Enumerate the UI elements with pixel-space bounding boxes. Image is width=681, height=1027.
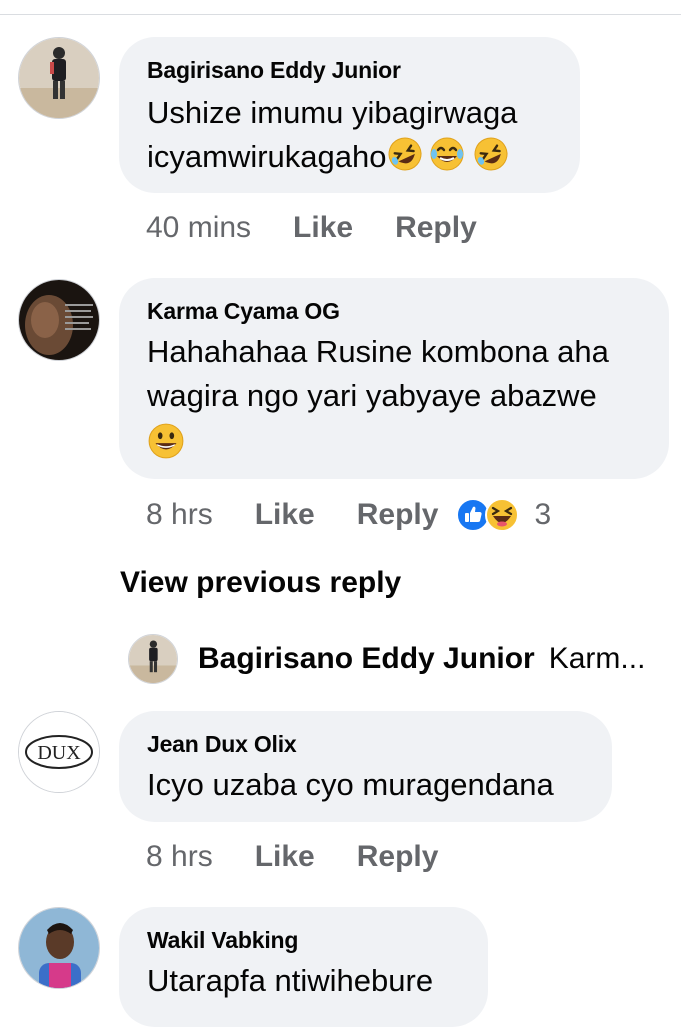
comment-bubble-3: Jean Dux Olix Icyo uzaba cyo muragendana — [119, 711, 612, 822]
haha-reaction-icon — [485, 498, 520, 532]
like-button[interactable]: Like — [293, 211, 353, 245]
comment-text: Hahahahaa Rusine kombona aha wagira ngo … — [147, 330, 641, 462]
like-button[interactable]: Like — [255, 498, 315, 532]
timestamp[interactable]: 40 mins — [146, 211, 251, 245]
reply-button[interactable]: Reply — [395, 211, 477, 245]
comment-author[interactable]: Bagirisano Eddy Junior — [147, 55, 552, 85]
nested-reply-author: Bagirisano Eddy Junior — [198, 642, 535, 675]
avatar-text: DUX — [37, 742, 81, 764]
comment-bubble-2: Karma Cyama OG Hahahahaa Rusine kombona … — [119, 278, 669, 479]
comment-author[interactable]: Jean Dux Olix — [147, 729, 584, 759]
comment-author[interactable]: Karma Cyama OG — [147, 296, 641, 326]
avatar-photo-icon — [19, 280, 99, 360]
comment-meta-3: 8 hrs Like Reply — [146, 840, 438, 874]
comment-text-line: Ushize imumu yibagirwaga — [147, 95, 518, 130]
comment-text-line: wagira ngo yari yabyaye abazwe — [147, 378, 597, 413]
nested-reply-text: Karm... — [548, 642, 646, 675]
avatar-comment-2[interactable] — [18, 279, 100, 361]
avatar-nested-reply — [128, 634, 178, 684]
dux-logo-icon: DUX — [19, 712, 99, 792]
grinning-face-emoji-icon — [148, 423, 184, 459]
comment-text-line: icyamwirukagaho — [147, 135, 552, 179]
nested-reply-preview[interactable]: Bagirisano Eddy Junior Karm... — [128, 634, 681, 684]
comment-bubble-1: Bagirisano Eddy Junior Ushize imumu yiba… — [119, 37, 580, 193]
rolling-on-floor-laughing-emoji-icon — [474, 137, 507, 171]
reactions-summary[interactable]: 3 — [456, 497, 551, 533]
avatar-comment-4[interactable] — [18, 907, 100, 989]
comment-text-line — [147, 418, 641, 462]
comment-bubble-4: Wakil Vabking Utarapfa ntiwihebure — [119, 907, 488, 1027]
avatar-comment-3[interactable]: DUX — [18, 711, 100, 793]
timestamp[interactable]: 8 hrs — [146, 498, 213, 532]
comment-meta-2: 8 hrs Like Reply 3 — [146, 497, 551, 533]
like-button[interactable]: Like — [255, 840, 315, 874]
comment-text: Ushize imumu yibagirwaga icyamwirukagaho — [147, 91, 552, 179]
divider — [0, 14, 681, 15]
avatar-comment-1[interactable] — [18, 37, 100, 119]
avatar-photo-icon — [19, 908, 99, 988]
avatar-photo-icon — [19, 38, 99, 118]
tears-of-joy-emoji-icon — [430, 137, 463, 171]
reply-button[interactable]: Reply — [357, 498, 439, 532]
comment-meta-1: 40 mins Like Reply — [146, 211, 477, 245]
comment-text-segment: icyamwirukagaho — [147, 139, 387, 174]
timestamp[interactable]: 8 hrs — [146, 840, 213, 874]
avatar-photo-icon — [129, 635, 177, 683]
comment-author[interactable]: Wakil Vabking — [147, 925, 460, 955]
view-previous-reply-link[interactable]: View previous reply — [120, 566, 401, 600]
reaction-count: 3 — [534, 498, 552, 531]
comment-text: Utarapfa ntiwihebure — [147, 963, 434, 998]
rolling-on-floor-laughing-emoji-icon — [388, 137, 421, 171]
reply-button[interactable]: Reply — [357, 840, 439, 874]
comment-text: Icyo uzaba cyo muragendana — [147, 767, 554, 802]
comment-text-line: Hahahahaa Rusine kombona aha — [147, 334, 609, 369]
